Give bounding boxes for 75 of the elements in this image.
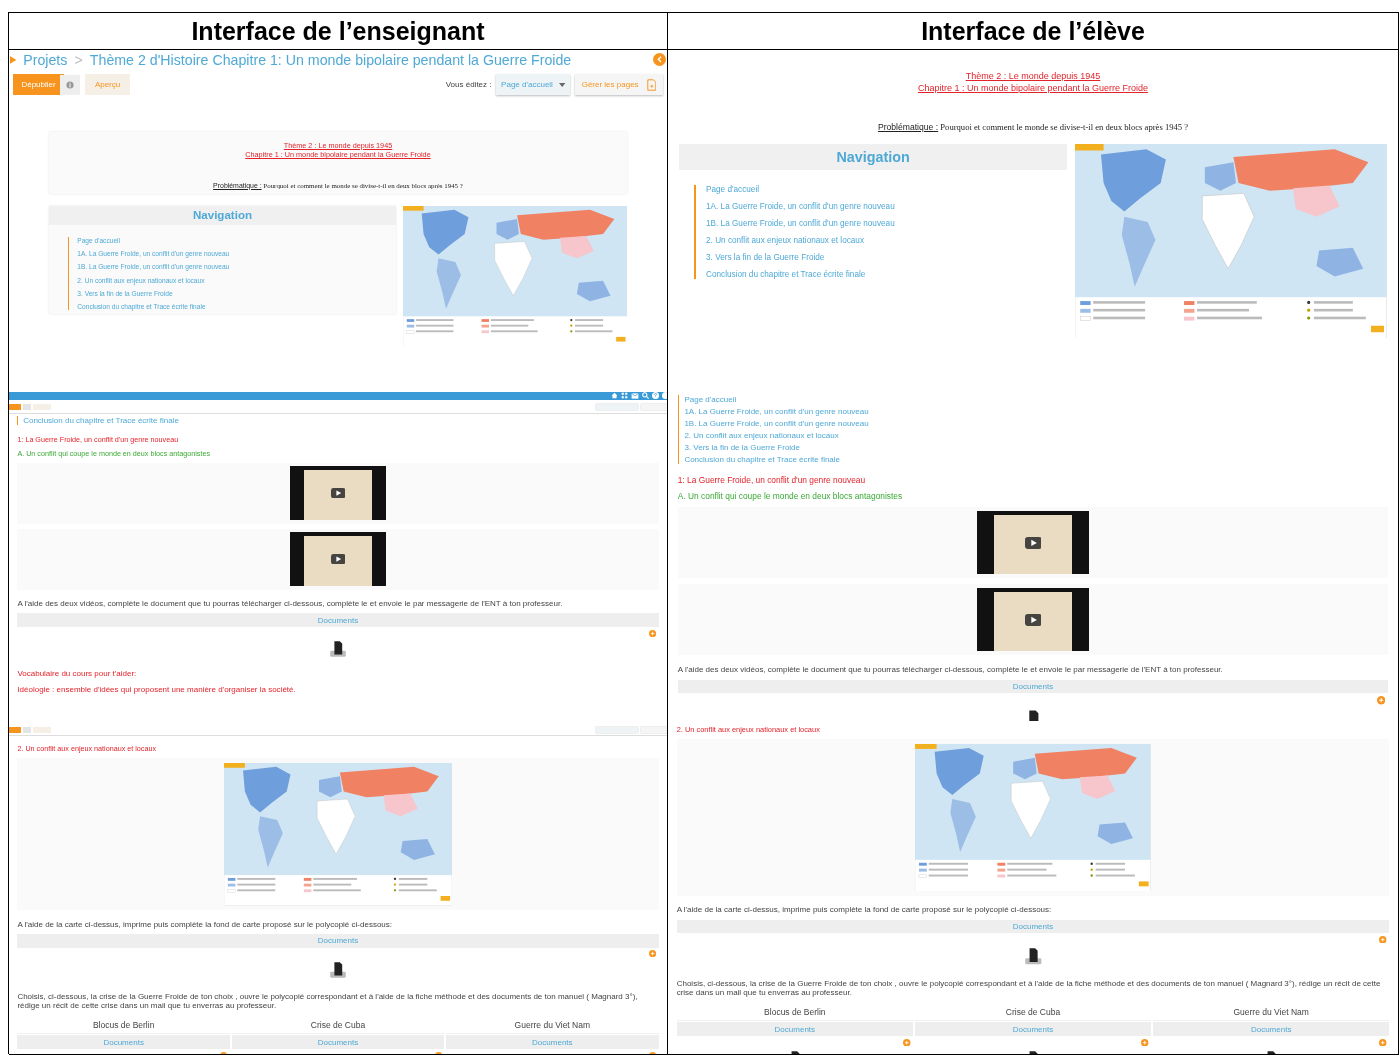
page-select[interactable]: Page d'accueil <box>496 74 571 95</box>
instruction-text: A l'aide de la carte ci-dessus, imprime puis complète la fond de carte proposé sur le polycopié ci-dessous: <box>676 905 1053 915</box>
choice-label: Crise de Cuba <box>231 1016 445 1035</box>
navigation-link[interactable]: 3. Vers la fin de la Guerre Froide <box>706 253 1067 263</box>
instruction-text: Choisis, ci-dessous, la crise de la Guerre Froide de ton choix , ouvre le polycopié correspondant et à l'aide de la fiche méthode et des documents de ton manuel ( Magnard 3°), rédige un récit de cette crise dans un mail que tu enverras au professeur. <box>17 992 639 1011</box>
documents-header: Documents <box>676 919 1390 934</box>
breadcrumb-separator: > <box>74 51 83 68</box>
choice-label: Guerre du Viet Nam <box>446 1016 659 1035</box>
navigation-link[interactable]: 1A. La Guerre Froide, un conflit d'un genre nouveau <box>706 201 1067 211</box>
breadcrumb-link[interactable]: Projets <box>23 51 68 68</box>
chapter-title: Thème 2 : Le monde depuis 1945 <box>965 71 1101 83</box>
preview-button[interactable] <box>32 403 51 410</box>
search-icon[interactable] <box>642 392 650 400</box>
preview-button[interactable]: Aperçu <box>85 74 130 95</box>
editing-label: Vous éditez : <box>445 80 492 89</box>
triangle-icon <box>9 55 17 64</box>
vocabulary-text: Idéologie : ensemble d'idées qui proposent une manière d'organiser la société. <box>17 685 297 695</box>
unpublish-button[interactable]: Dépublier <box>13 74 64 95</box>
documents-header: Documents <box>17 613 659 628</box>
instruction-text: A l'aide de la carte ci-dessus, imprime puis complète la fond de carte proposé sur le polycopié ci-dessous: <box>17 919 393 930</box>
caret-icon <box>559 82 566 87</box>
navigation-link[interactable]: Page d'accueil <box>684 395 1389 404</box>
problem-statement: Problématique : Pourquoi et comment le monde se divise-t-il en deux blocs après 1945 ? <box>877 122 1189 133</box>
documents-header: Documents <box>1153 1022 1390 1037</box>
video-thumbnail[interactable] <box>290 532 386 587</box>
documents-header: Documents <box>446 1035 659 1050</box>
grid-icon[interactable] <box>621 392 629 400</box>
info-button[interactable] <box>23 403 31 410</box>
documents-header: Documents <box>677 679 1389 694</box>
documents-header: Documents <box>914 1022 1152 1037</box>
vocabulary-text: Vocabulaire du cours pour t'aider: <box>17 669 138 679</box>
documents-header: Documents <box>17 1035 230 1050</box>
instruction-text: Choisis, ci-dessous, la crise de la Guerre Froide de ton choix , ouvre le polycopié correspondant et à l'aide de la fiche méthode et des documents de ton manuel ( Magnard 3°), rédige un récit de cette crise dans un mail que tu enverras au professeur. <box>676 978 1382 998</box>
document-icon <box>646 78 657 91</box>
choice-label: Blocus de Berlin <box>17 1016 230 1035</box>
avatar-icon[interactable] <box>662 392 667 400</box>
unpublish-button[interactable] <box>9 403 21 410</box>
preview-button[interactable] <box>32 727 51 733</box>
subpart-title: A. Un conflit qui coupe le monde en deux blocs antagonistes <box>677 491 904 502</box>
chapter-title: Chapitre 1 : Un monde bipolaire pendant la Guerre Froide <box>917 83 1149 95</box>
navigation-heading: Navigation <box>679 143 1067 170</box>
navigation-link[interactable]: 2. Un conflit aux enjeux nationaux et locaux <box>706 236 1067 246</box>
mail-icon[interactable] <box>631 392 640 399</box>
info-button[interactable] <box>60 74 81 95</box>
navigation-link[interactable]: 1A. La Guerre Froide, un conflit d'un genre nouveau <box>684 407 1389 416</box>
navigation-link[interactable]: Conclusion du chapitre et Trace écrite finale <box>706 270 1067 280</box>
instruction-text: A l'aide des deux vidéos, complète le document que tu pourras télécharger ci-dessous, complète le et envoie le par messagerie de l'ENT à ton professeur. <box>17 599 564 609</box>
video-thumbnail[interactable] <box>290 466 386 521</box>
video-thumbnail[interactable] <box>977 588 1089 652</box>
page-title: Thème 2 d'Histoire Chapitre 1: Un monde bipolaire pendant la Guerre Froide <box>89 51 572 68</box>
documents-header: Documents <box>231 1035 445 1050</box>
part-title: 1: La Guerre Froide, un conflit d'un genre nouveau <box>677 475 867 486</box>
navigation-heading: Navigation <box>48 206 397 225</box>
info-icon <box>66 79 75 90</box>
video-thumbnail[interactable] <box>977 511 1089 575</box>
play-icon <box>330 554 346 565</box>
documents-header: Documents <box>676 1022 913 1037</box>
navigation-link[interactable]: 1B. La Guerre Froide, un conflit d'un genre nouveau <box>706 218 1067 228</box>
help-icon[interactable] <box>652 392 660 400</box>
navigation-link[interactable]: 1B. La Guerre Froide, un conflit d'un genre nouveau <box>684 419 1389 428</box>
navigation-link[interactable]: Page d'accueil <box>706 184 1067 194</box>
instruction-text: A l'aide des deux vidéos, complète le document que tu pourras télécharger ci-dessous, complète le et envoie le par messagerie de l'ENT à ton professeur. <box>677 664 1224 675</box>
navigation-link[interactable]: Conclusion du chapitre et Trace écrite finale <box>684 455 1389 464</box>
play-icon <box>330 488 346 499</box>
navigation-link[interactable]: 2. Un conflit aux enjeux nationaux et locaux <box>684 431 1389 440</box>
navigation-link[interactable]: 3. Vers la fin de la Guerre Froide <box>684 443 1389 452</box>
documents-header: Documents <box>17 933 659 948</box>
navigation-link[interactable]: Conclusion du chapitre et Trace écrite finale <box>23 415 659 425</box>
manage-pages-button[interactable]: Gérer les pages <box>575 73 663 96</box>
home-icon[interactable] <box>611 392 619 400</box>
choice-label: Guerre du Viet Nam <box>1153 1003 1390 1022</box>
chevron-icon <box>656 56 663 64</box>
collapse-button[interactable] <box>652 53 667 67</box>
choice-label: Blocus de Berlin <box>676 1003 913 1022</box>
choice-label: Crise de Cuba <box>914 1003 1152 1022</box>
